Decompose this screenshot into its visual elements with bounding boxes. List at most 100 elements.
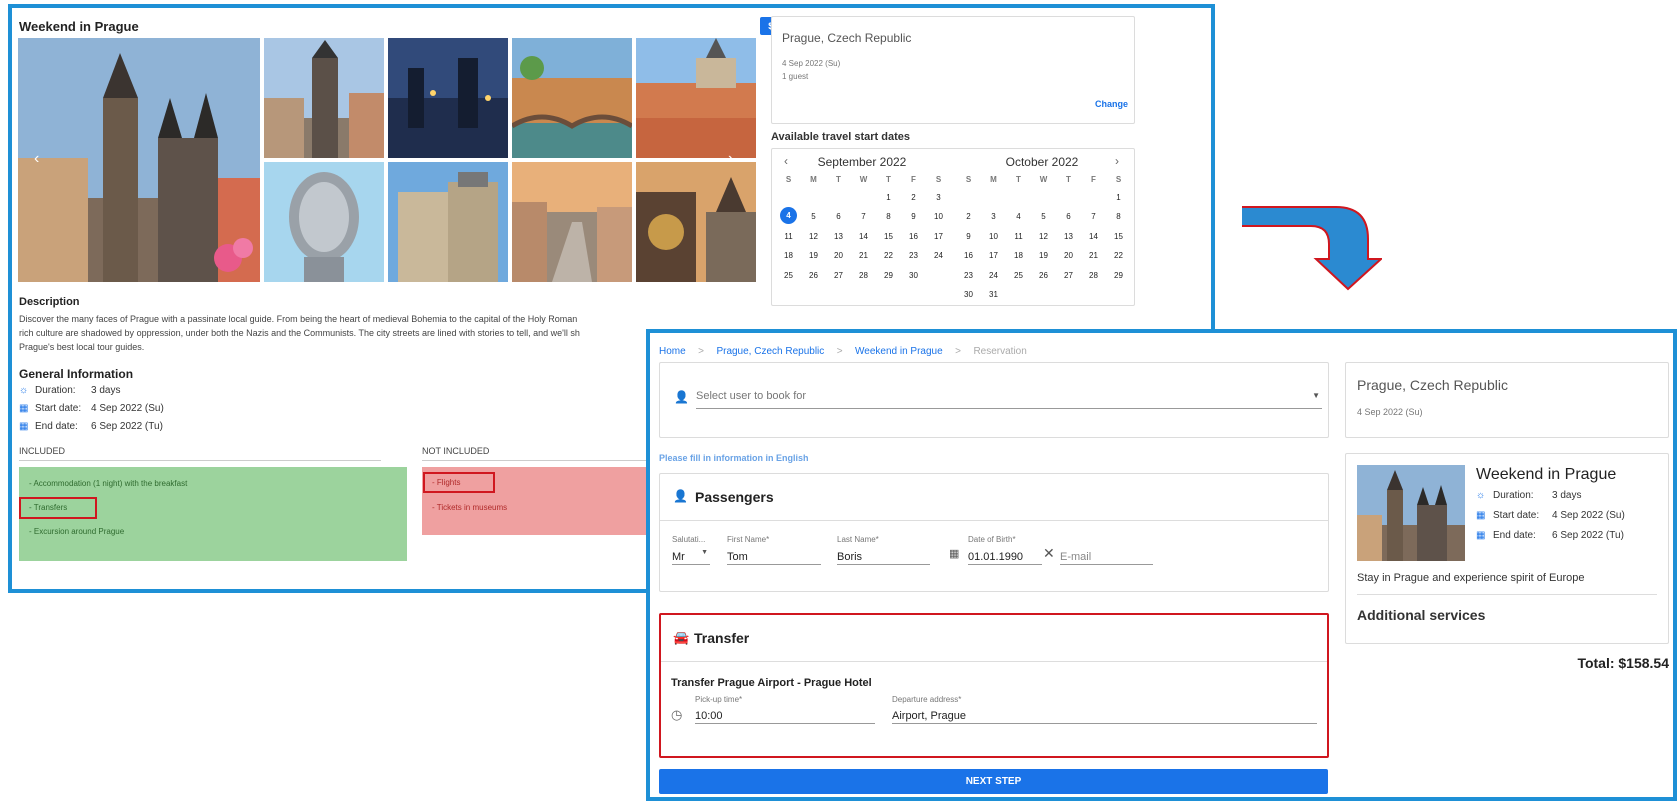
calendar-day[interactable]: 6 [1055,212,1082,221]
calendar-day[interactable]: 4 [1005,212,1032,221]
calendar-day[interactable]: 20 [825,251,852,260]
calendar-day[interactable]: 14 [850,232,877,241]
calendar-day[interactable]: 24 [925,251,952,260]
calendar-icon: ▦ [1476,530,1486,541]
calendar-day[interactable]: 7 [1080,212,1107,221]
clear-icon[interactable]: ✕ [1043,545,1055,562]
calendar-day[interactable]: 9 [900,212,927,221]
description-text: Discover the many faces of Prague with a… [19,312,617,354]
calendar-day[interactable]: 15 [1105,232,1132,241]
select-user-dropdown[interactable]: Select user to book for ▼ [696,387,1322,409]
calendar-day[interactable]: 17 [925,232,952,241]
calendar-day[interactable]: 26 [800,271,827,280]
breadcrumb-tour[interactable]: Weekend in Prague [855,346,943,357]
calendar-day[interactable]: 29 [1105,271,1132,280]
calendar-day[interactable]: 16 [955,251,982,260]
calendar-day[interactable]: 19 [800,251,827,260]
calendar-day[interactable]: 11 [1005,232,1032,241]
calendar-day[interactable]: 27 [825,271,852,280]
gallery-prev-icon[interactable]: ‹ [34,150,39,168]
calendar-day[interactable]: 30 [900,271,927,280]
pickup-time-field[interactable]: 10:00 [695,706,875,724]
description-heading: Description [19,296,80,308]
calendar-day[interactable]: 16 [900,232,927,241]
calendar-day[interactable]: 12 [1030,232,1057,241]
calendar-day[interactable]: 3 [980,212,1007,221]
calendar-day[interactable]: 8 [1105,212,1132,221]
calendar-day[interactable]: 1 [875,193,902,202]
salutation-select[interactable]: Mr ▼ [672,547,710,565]
gallery-photo[interactable] [636,38,756,158]
calendar-day[interactable]: 9 [955,232,982,241]
calendar-day[interactable]: 17 [980,251,1007,260]
dob-field[interactable]: 01.01.1990 [968,547,1042,565]
breadcrumb-location[interactable]: Prague, Czech Republic [716,346,824,357]
calendar-day[interactable]: 20 [1055,251,1082,260]
calendar-day[interactable]: 27 [1055,271,1082,280]
gallery-photo[interactable] [512,38,632,158]
first-name-field[interactable]: Tom [727,547,821,565]
gallery-photo[interactable] [264,38,384,158]
departure-address-field[interactable]: Airport, Prague [892,706,1317,724]
calendar-day[interactable]: 22 [875,251,902,260]
calendar-day[interactable]: 14 [1080,232,1107,241]
calendar-day[interactable]: 23 [900,251,927,260]
calendar-day[interactable]: 31 [980,290,1007,299]
calendar-day[interactable]: 13 [825,232,852,241]
gallery-photo[interactable] [264,162,384,282]
gallery-photo[interactable] [388,162,508,282]
last-name-value: Boris [837,551,863,563]
email-field[interactable]: E-mail [1060,547,1153,565]
calendar-day[interactable]: 22 [1105,251,1132,260]
calendar-day[interactable]: 2 [955,212,982,221]
calendar-day[interactable]: 19 [1030,251,1057,260]
last-name-field[interactable]: Boris [837,547,930,565]
gallery-photo[interactable] [388,38,508,158]
calendar-day[interactable]: 5 [800,212,827,221]
calendar-day[interactable]: 8 [875,212,902,221]
calendar-day[interactable]: 13 [1055,232,1082,241]
calendar-day[interactable]: 10 [925,212,952,221]
calendar-day[interactable]: 21 [1080,251,1107,260]
calendar-day[interactable]: 3 [925,193,952,202]
description-line: rich culture are shadowed by oppression,… [19,328,580,338]
start-date-value: 4 Sep 2022 (Su) [91,403,164,414]
calendar-day[interactable]: 24 [980,271,1007,280]
calendar-day[interactable]: 25 [1005,271,1032,280]
booking-summary-card: Prague, Czech Republic 4 Sep 2022 (Su) 1… [771,16,1135,124]
calendar-day-selected[interactable]: 4 [780,207,797,225]
calendar-day[interactable]: 18 [775,251,802,260]
calendar-day[interactable]: 11 [775,232,802,241]
first-name-value: Tom [727,551,748,563]
calendar-day[interactable]: 29 [875,271,902,280]
calendar-day[interactable]: 23 [955,271,982,280]
calendar-day[interactable]: 26 [1030,271,1057,280]
breadcrumb: Home > Prague, Czech Republic > Weekend … [659,341,1027,359]
gallery-photo[interactable] [636,162,756,282]
calendar-day[interactable]: 28 [1080,271,1107,280]
breadcrumb-separator: > [698,346,704,357]
calendar-day[interactable]: 2 [900,193,927,202]
calendar-day[interactable]: 7 [850,212,877,221]
end-date-value: 6 Sep 2022 (Tu) [91,421,163,432]
dob-label: Date of Birth* [968,535,1016,544]
change-link[interactable]: Change [1095,99,1128,109]
sun-icon: ☼ [19,385,29,396]
next-step-button[interactable]: NEXT STEP [659,769,1328,794]
calendar-day[interactable]: 28 [850,271,877,280]
gallery-main-photo[interactable] [18,38,260,282]
calendar-day[interactable]: 10 [980,232,1007,241]
breadcrumb-home[interactable]: Home [659,346,686,357]
gallery-photo[interactable] [512,162,632,282]
calendar-day[interactable]: 15 [875,232,902,241]
calendar-day[interactable]: 21 [850,251,877,260]
calendar-icon[interactable]: ▦ [949,547,959,560]
calendar-day[interactable]: 18 [1005,251,1032,260]
calendar-day[interactable]: 6 [825,212,852,221]
calendar-day[interactable]: 25 [775,271,802,280]
calendar-day[interactable]: 12 [800,232,827,241]
calendar-day[interactable]: 1 [1105,193,1132,202]
not-included-item: - Flights [432,478,461,487]
calendar-day[interactable]: 5 [1030,212,1057,221]
calendar-day[interactable]: 30 [955,290,982,299]
